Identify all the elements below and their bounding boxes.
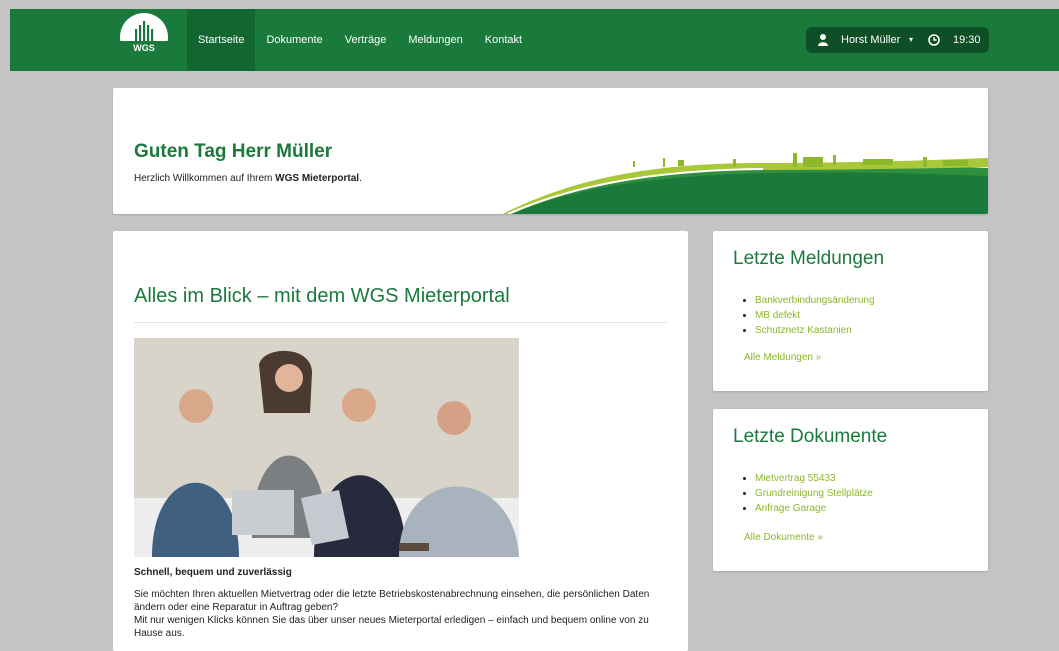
list-item: Anfrage Garage [755,501,873,516]
recent-messages-panel: Letzte Meldungen Bankverbindungsänderung… [713,231,988,391]
main-title: Alles im Blick – mit dem WGS Mieterporta… [134,285,510,307]
main-subtitle: Schnell, bequem und zuverlässig [134,567,292,578]
clock-icon [928,34,940,46]
all-documents-link[interactable]: Alle Dokumente » [744,532,823,543]
recent-messages-title: Letzte Meldungen [733,248,885,269]
message-link[interactable]: Bankverbindungsänderung [755,295,875,306]
nav-startseite[interactable]: Startseite [187,9,256,71]
nav-vertraege[interactable]: Verträge [334,9,398,71]
paragraph-line: Sie möchten Ihren aktuellen Mietvertrag … [134,589,650,613]
list-item: Grundreinigung Stellplätze [755,486,873,501]
divider [134,322,667,323]
team-photo [134,338,519,557]
nav-dokumente[interactable]: Dokumente [255,9,333,71]
recent-documents-title: Letzte Dokumente [733,426,888,447]
landscape-illustration [503,153,988,214]
user-menu[interactable]: Horst Müller ▾ 19:30 [806,27,989,53]
main-paragraph: Sie möchten Ihren aktuellen Mietvertrag … [134,588,679,640]
list-item: MB defekt [755,308,875,323]
paragraph-line: Mit nur wenigen Klicks können Sie das üb… [134,615,649,639]
recent-messages-list: Bankverbindungsänderung MB defekt Schutz… [744,293,875,338]
document-link[interactable]: Mietvertrag 55433 [755,473,836,484]
chevron-down-icon[interactable]: ▾ [909,27,913,53]
document-link[interactable]: Anfrage Garage [755,503,826,514]
all-messages-link[interactable]: Alle Meldungen » [744,352,821,363]
main-nav: Startseite Dokumente Verträge Meldungen … [187,9,533,71]
list-item: Mietvertrag 55433 [755,471,873,486]
welcome-subtitle: Herzlich Willkommen auf Ihrem WGS Mieter… [134,173,362,184]
user-icon [818,34,828,46]
nav-meldungen[interactable]: Meldungen [397,9,473,71]
wgs-logo[interactable]: WGS [120,13,168,61]
logo-text: WGS [133,43,155,53]
user-name[interactable]: Horst Müller [841,27,900,53]
recent-documents-list: Mietvertrag 55433 Grundreinigung Stellpl… [744,471,873,516]
list-item: Schutznetz Kastanien [755,323,875,338]
recent-documents-panel: Letzte Dokumente Mietvertrag 55433 Grund… [713,409,988,571]
welcome-banner: Guten Tag Herr Müller Herzlich Willkomme… [113,88,988,214]
welcome-title: Guten Tag Herr Müller [134,141,333,162]
message-link[interactable]: Schutznetz Kastanien [755,325,852,336]
message-link[interactable]: MB defekt [755,310,800,321]
session-time: 19:30 [953,34,981,46]
list-item: Bankverbindungsänderung [755,293,875,308]
nav-kontakt[interactable]: Kontakt [474,9,533,71]
document-link[interactable]: Grundreinigung Stellplätze [755,488,873,499]
main-content-panel: Alles im Blick – mit dem WGS Mieterporta… [113,231,688,651]
